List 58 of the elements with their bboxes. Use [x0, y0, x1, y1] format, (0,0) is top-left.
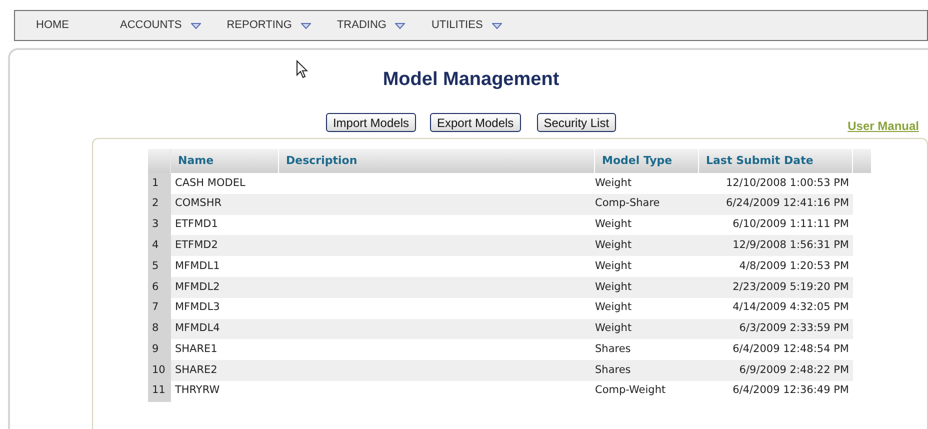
table-cell-text: 12/10/2008 1:00:53 PM: [724, 176, 850, 191]
table-cell-text: 6/3/2009 2:33:59 PM: [738, 321, 850, 336]
table-cell-text: 12/9/2008 1:56:31 PM: [732, 238, 850, 253]
table-cell-text: 6/10/2009 1:11:11 PM: [732, 217, 850, 232]
table-cell-text: 4/8/2009 1:20:53 PM: [738, 258, 850, 274]
table-cell-text: 6/24/2009 12:41:16 PM: [724, 196, 850, 212]
table-cell-text: MFMDL1: [174, 258, 221, 274]
table-cell-text: Weight: [595, 321, 633, 336]
row-number: 5: [148, 256, 171, 277]
table-cell-text: MFMDL4: [174, 321, 221, 336]
row-number: 4: [148, 235, 171, 256]
row-number: 8: [148, 318, 171, 340]
table-cell-text: Weight: [595, 217, 633, 232]
table-cell-text: SHARE2: [174, 362, 218, 378]
table-cell-text: THRYRW: [174, 383, 221, 398]
nav-menu-item[interactable]: TRADING: [336, 17, 406, 34]
nav-menu-item[interactable]: REPORTING: [226, 17, 311, 34]
table-cell-text: MFMDL3: [174, 300, 221, 316]
table-cell-text: COMSHR: [174, 196, 223, 212]
toolbar-button[interactable]: Export Models: [430, 113, 521, 132]
table-cell-text: Shares: [595, 362, 632, 378]
nav-menu-item[interactable]: UTILITIES: [431, 17, 502, 34]
table-cell-text: Weight: [595, 280, 633, 294]
table-cell-text: MFMDL2: [174, 280, 221, 294]
table-cell-text: 6/4/2009 12:48:54 PM: [732, 342, 850, 357]
row-number: 9: [148, 339, 171, 360]
table-cell-text: ETFMD2: [174, 238, 219, 253]
row-number: 7: [148, 298, 171, 319]
dropdown-arrow-icon: [300, 22, 311, 28]
row-number: 3: [148, 214, 171, 236]
table-cell-text: 2/23/2009 5:19:20 PM: [732, 280, 850, 294]
table-cell-text: Weight: [595, 238, 633, 253]
row-number: 11: [148, 380, 171, 402]
table-cell-text: Weight: [595, 258, 633, 274]
mouse-cursor-icon: [296, 60, 308, 79]
table-cell-text: 4/14/2009 4:32:05 PM: [732, 300, 850, 316]
table-cell-text: ETFMD1: [174, 217, 219, 232]
nav-menu-item[interactable]: ACCOUNTS: [120, 17, 201, 34]
table-cell-text: 6/9/2009 2:48:22 PM: [738, 362, 850, 378]
table-cell-text: 6/4/2009 12:36:49 PM: [732, 383, 850, 398]
table-cell-text: SHARE1: [174, 342, 218, 357]
table-cell-text: Weight: [595, 176, 633, 191]
table-cell-text: Weight: [595, 300, 633, 316]
row-number: 6: [148, 276, 171, 298]
dropdown-arrow-icon: [190, 22, 201, 28]
table-cell-text: CASH MODEL: [174, 176, 246, 191]
row-number: 10: [148, 360, 171, 381]
row-number: 2: [148, 194, 171, 215]
toolbar-button[interactable]: Security List: [536, 113, 616, 132]
toolbar-button[interactable]: Import Models: [326, 113, 416, 132]
table-cell-text: Shares: [595, 342, 632, 357]
dropdown-arrow-icon: [395, 22, 406, 28]
nav-menu-item[interactable]: HOME: [36, 17, 69, 34]
row-number: 1: [148, 173, 171, 194]
page-title: Model Management: [382, 70, 560, 89]
dropdown-arrow-icon: [492, 22, 502, 28]
table-cell-text: Comp-Weight: [595, 383, 667, 398]
table-cell-text: Comp-Share: [595, 196, 661, 212]
